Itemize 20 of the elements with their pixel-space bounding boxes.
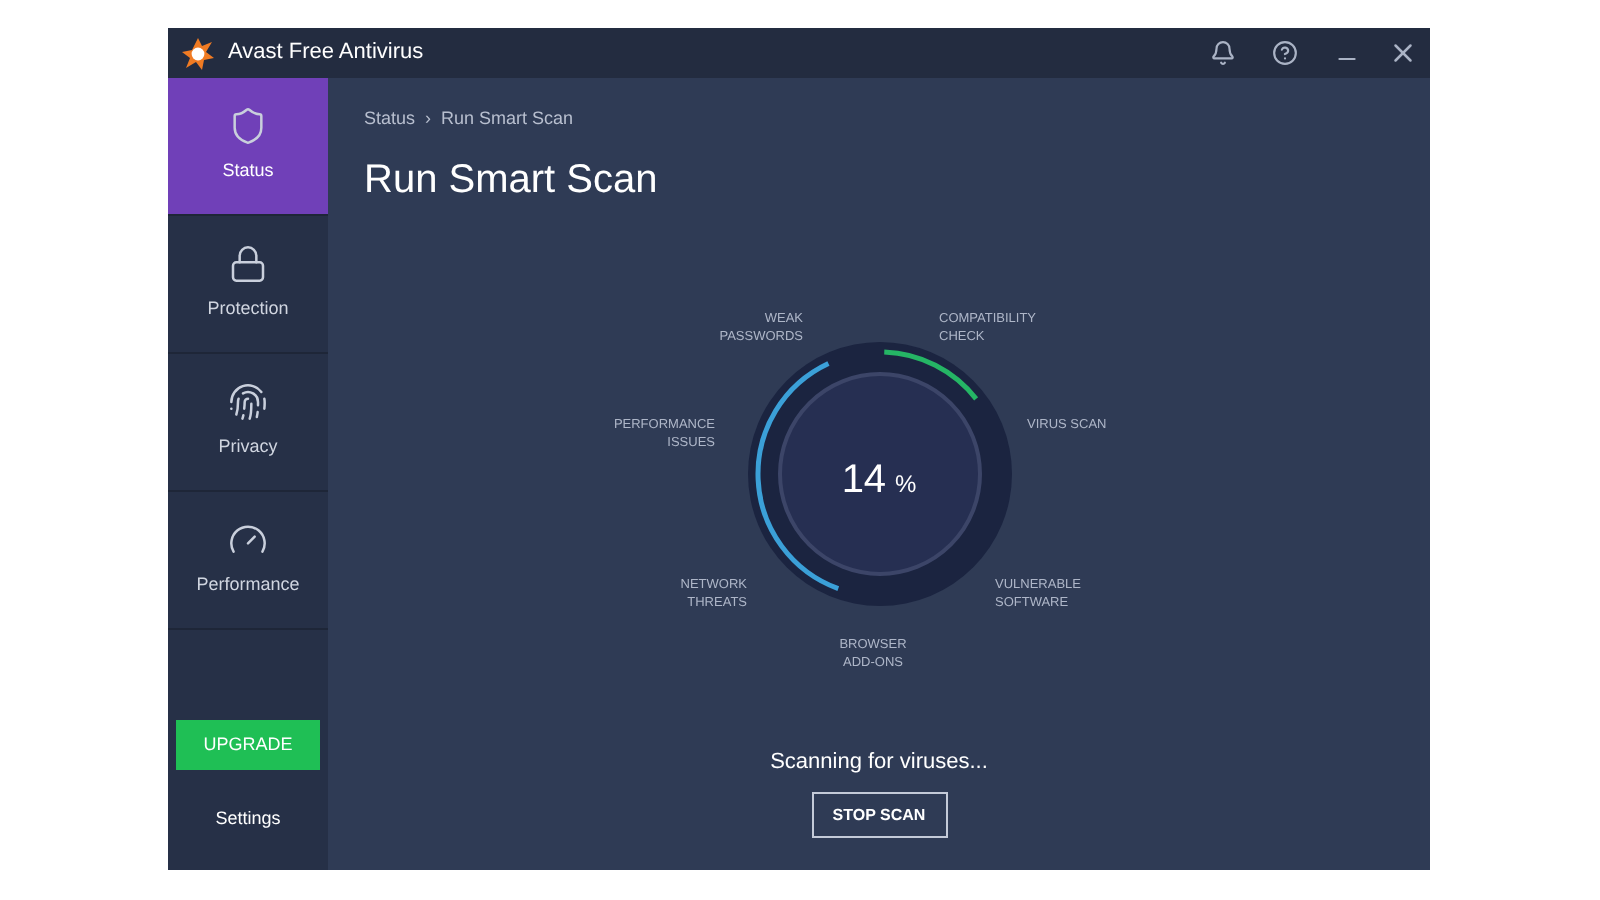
breadcrumb-separator: ›	[425, 106, 432, 132]
breadcrumb-link[interactable]: Status	[364, 106, 416, 133]
breadcrumb-current: Run Smart Scan	[441, 106, 574, 132]
window-title: Avast Free Antivirus	[228, 38, 424, 69]
notification-icon[interactable]	[1210, 40, 1236, 66]
shield-icon	[228, 106, 268, 147]
fingerprint-icon	[228, 382, 268, 423]
progress-percent: 14 %	[839, 455, 919, 505]
sidebar-item[interactable]: Protection	[168, 216, 328, 354]
help-icon[interactable]	[1272, 40, 1298, 66]
sidebar-item[interactable]: Privacy	[168, 354, 328, 492]
logo-icon	[180, 35, 216, 71]
sidebar-item[interactable]: Status	[168, 78, 328, 216]
stop-scan-button[interactable]: STOP SCAN	[811, 792, 947, 838]
lock-icon	[228, 244, 268, 285]
page-title: Run Smart Scan	[364, 155, 660, 205]
settings-link[interactable]: Settings	[168, 770, 328, 870]
sidebar-item[interactable]: Performance	[168, 492, 328, 630]
scan-status: Scanning for viruses...	[768, 747, 990, 777]
close-icon[interactable]	[1388, 38, 1418, 68]
